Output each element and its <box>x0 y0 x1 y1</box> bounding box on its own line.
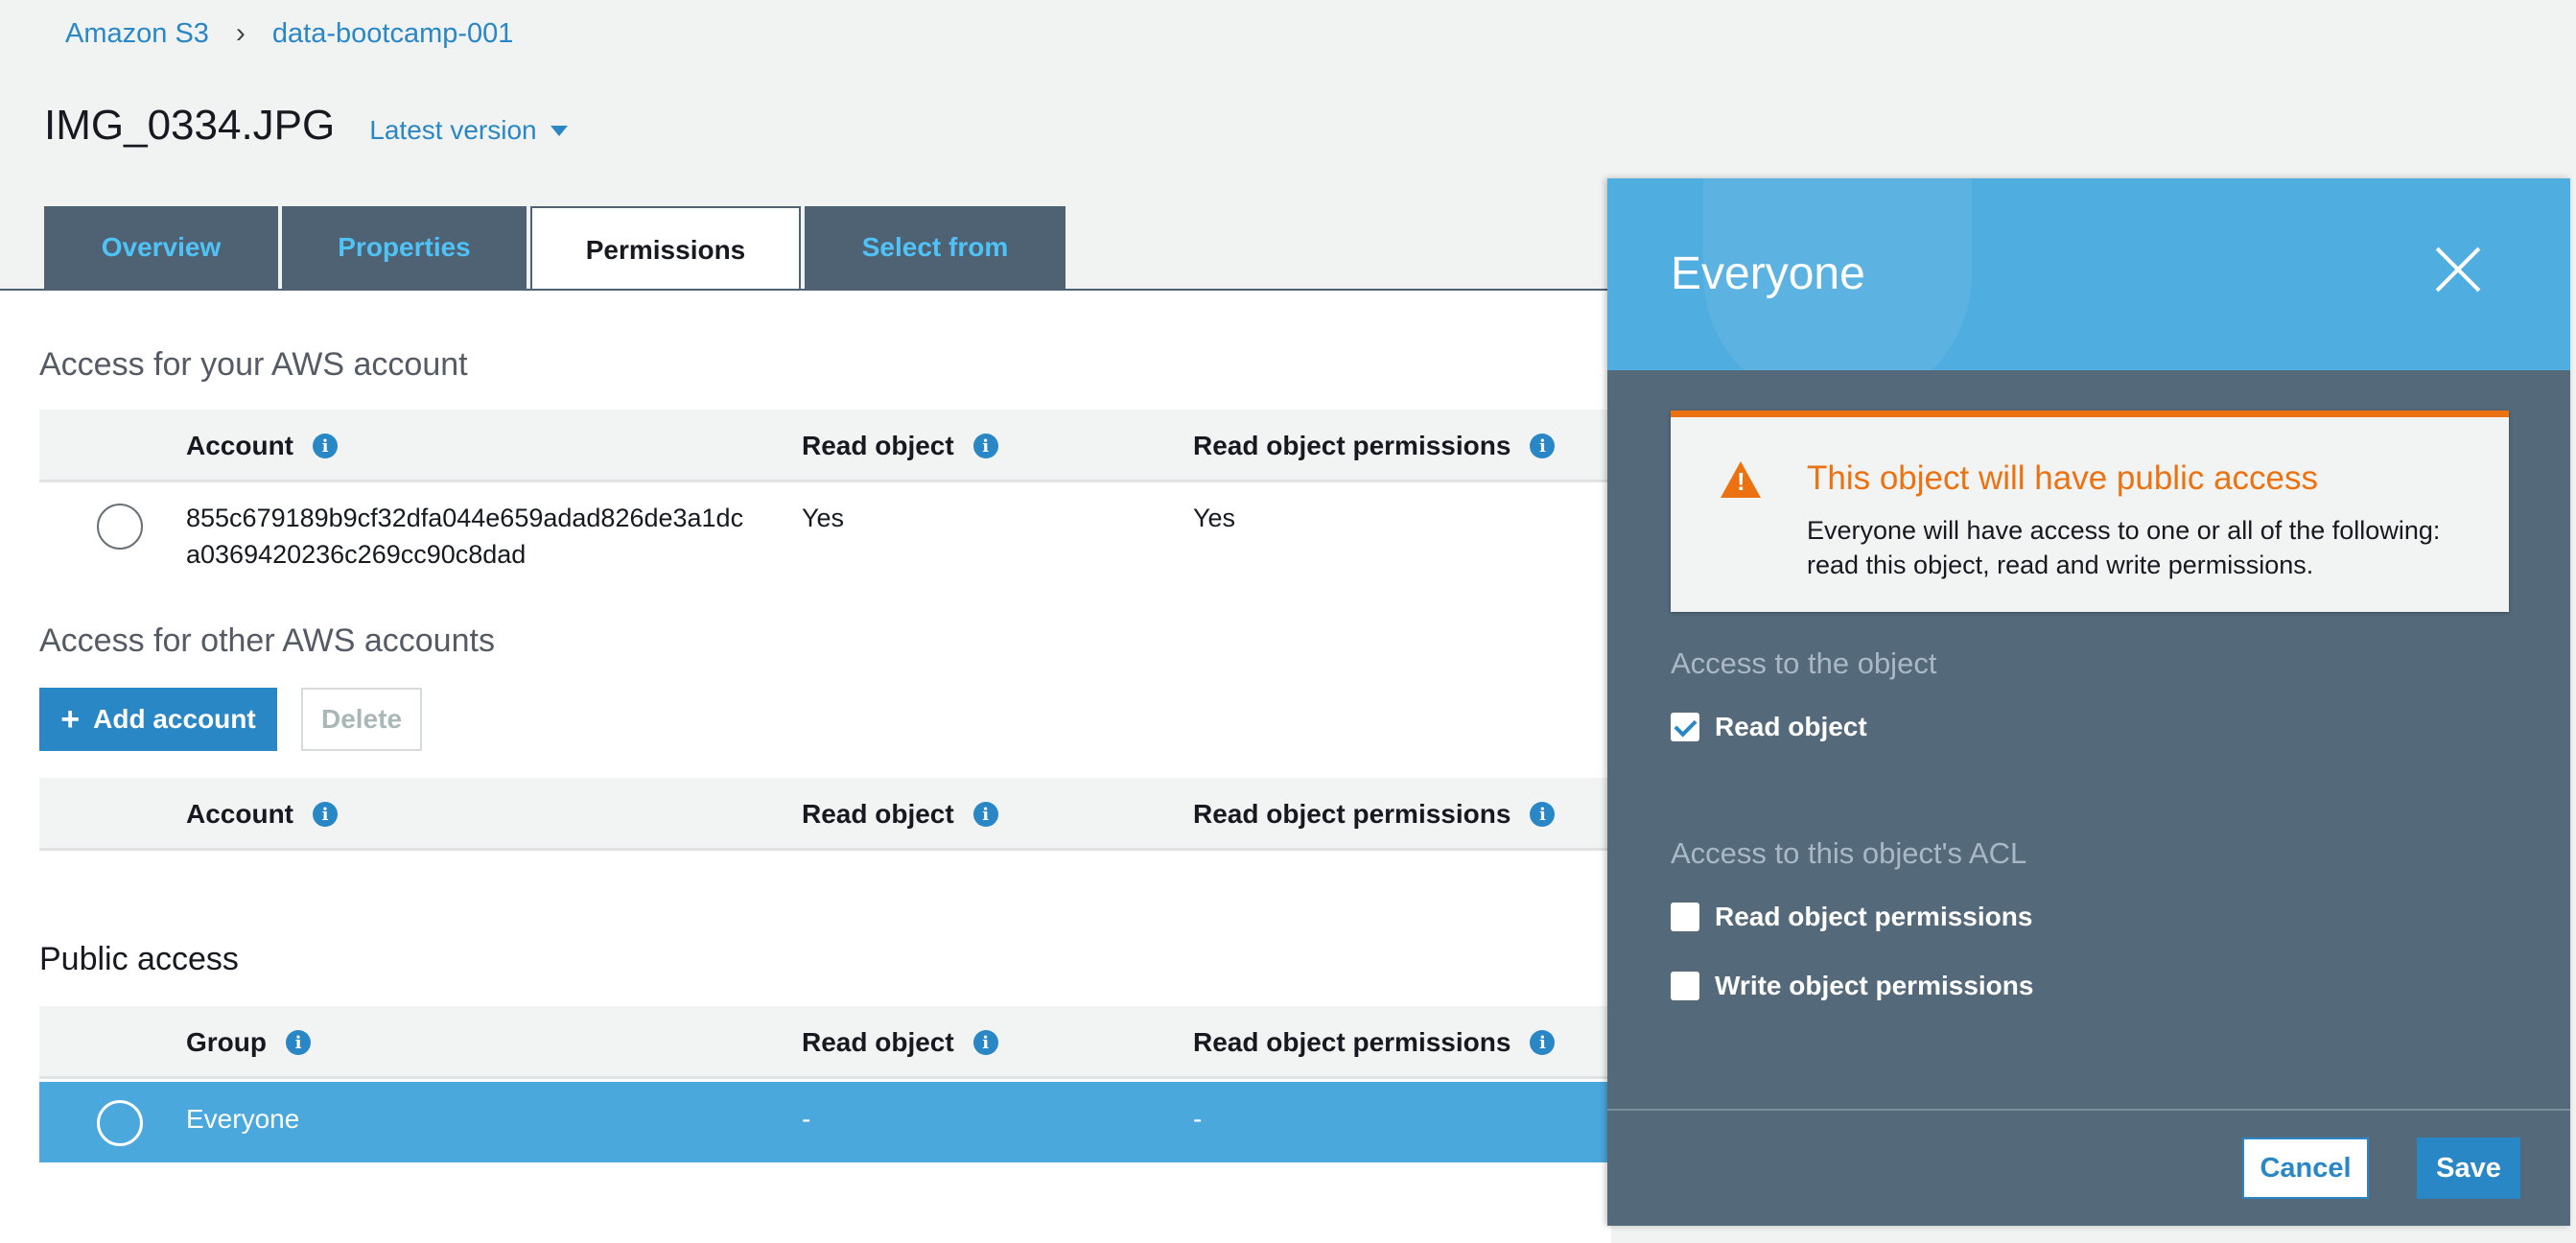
section-title-own-account: Access for your AWS account <box>39 346 468 383</box>
breadcrumb-amazon-s3[interactable]: Amazon S3 <box>65 18 209 50</box>
read-permissions-value: Yes <box>1193 504 1236 532</box>
write-permissions-checkbox[interactable] <box>1671 972 1699 1000</box>
warning-icon: ! <box>1721 461 1761 498</box>
account-id-line2: a0369420236c269cc90c8dad <box>186 540 527 569</box>
section-title-object-access: Access to the object <box>1671 646 1937 680</box>
warning-title: This object will have public access <box>1807 459 2319 497</box>
tab-properties[interactable]: Properties <box>282 206 527 289</box>
info-icon[interactable]: i <box>972 434 998 458</box>
add-account-button[interactable]: + Add account <box>39 688 277 751</box>
row-select-radio[interactable] <box>97 504 143 550</box>
public-access-warning: ! This object will have public access Ev… <box>1671 410 2509 612</box>
read-object-checkbox[interactable] <box>1671 713 1699 741</box>
table-row-everyone[interactable]: Everyone - - <box>39 1082 1611 1162</box>
page-title: IMG_0334.JPG <box>44 102 336 149</box>
breadcrumb-separator: › <box>235 17 246 49</box>
add-account-label: Add account <box>93 704 256 734</box>
version-dropdown[interactable]: Latest version <box>369 115 568 146</box>
read-object-value: Yes <box>802 504 845 532</box>
table-header-other-accounts: Account i Read object i Read object perm… <box>39 778 1611 851</box>
tab-bar: Overview Properties Permissions Select f… <box>44 206 1069 293</box>
cancel-button[interactable]: Cancel <box>2242 1137 2369 1199</box>
group-name: Everyone <box>186 1104 300 1134</box>
read-object-value: - <box>802 1104 811 1134</box>
table-row: 855c679189b9cf32dfa044e659adad826de3a1dc… <box>39 500 1611 605</box>
table-header-public-access: Group i Read object i Read object permis… <box>39 1006 1611 1079</box>
plus-icon: + <box>60 700 81 738</box>
delete-button[interactable]: Delete <box>301 688 422 751</box>
account-id-line1: 855c679189b9cf32dfa044e659adad826de3a1dc <box>186 504 744 532</box>
read-permissions-value: - <box>1193 1104 1203 1134</box>
version-label: Latest version <box>369 115 537 145</box>
caret-down-icon <box>550 125 568 136</box>
save-button[interactable]: Save <box>2417 1137 2520 1199</box>
info-icon[interactable]: i <box>313 434 338 458</box>
info-icon[interactable]: i <box>972 1030 998 1055</box>
info-icon[interactable]: i <box>972 802 998 827</box>
breadcrumb: Amazon S3 › data-bootcamp-001 <box>65 17 513 50</box>
column-label: Read object permissions <box>1193 799 1511 829</box>
column-header-read-permissions: Read object permissions i <box>1193 778 1556 851</box>
write-permissions-label: Write object permissions <box>1715 971 2034 1000</box>
breadcrumb-bucket[interactable]: data-bootcamp-001 <box>272 18 514 50</box>
panel-footer: Cancel Save <box>1607 1109 2570 1226</box>
column-header-read-object: Read object i <box>802 410 998 482</box>
column-header-read-permissions: Read object permissions i <box>1193 410 1556 482</box>
object-header: IMG_0334.JPG Latest version <box>44 102 568 150</box>
section-title-other-accounts: Access for other AWS accounts <box>39 622 495 659</box>
column-label: Account <box>186 431 293 460</box>
column-header-group: Group i <box>186 1006 311 1079</box>
section-title-acl-access: Access to this object's ACL <box>1671 836 2027 870</box>
tab-overview[interactable]: Overview <box>44 206 278 289</box>
column-header-read-object: Read object i <box>802 778 998 851</box>
panel-header: Everyone <box>1607 178 2570 370</box>
column-label: Read object permissions <box>1193 1027 1511 1057</box>
everyone-permissions-panel: Everyone ! This object will have public … <box>1607 178 2570 1226</box>
info-icon[interactable]: i <box>313 802 338 827</box>
panel-title: Everyone <box>1671 248 1865 299</box>
read-permissions-label: Read object permissions <box>1715 902 2033 931</box>
warning-glyph: ! <box>1737 467 1745 496</box>
info-icon[interactable]: i <box>1530 802 1556 827</box>
column-label: Account <box>186 799 293 829</box>
read-object-option[interactable]: Read object <box>1671 712 1867 742</box>
read-permissions-option[interactable]: Read object permissions <box>1671 902 2032 932</box>
read-permissions-checkbox[interactable] <box>1671 903 1699 931</box>
warning-body: Everyone will have access to one or all … <box>1807 516 2441 579</box>
tab-select-from[interactable]: Select from <box>805 206 1066 289</box>
column-header-account: Account i <box>186 778 338 851</box>
read-object-label: Read object <box>1715 712 1867 741</box>
column-label: Group <box>186 1027 267 1057</box>
column-header-read-object: Read object i <box>802 1006 998 1079</box>
column-label: Read object <box>802 799 954 829</box>
column-header-read-permissions: Read object permissions i <box>1193 1006 1556 1079</box>
permissions-content: Access for your AWS account Account i Re… <box>0 291 1611 1243</box>
info-icon[interactable]: i <box>1530 1030 1556 1055</box>
table-header-own-account: Account i Read object i Read object perm… <box>39 410 1611 482</box>
column-label: Read object permissions <box>1193 431 1511 460</box>
close-icon[interactable] <box>2434 246 2482 293</box>
column-header-account: Account i <box>186 410 338 482</box>
info-icon[interactable]: i <box>286 1030 311 1055</box>
write-permissions-option[interactable]: Write object permissions <box>1671 971 2033 1001</box>
account-id: 855c679189b9cf32dfa044e659adad826de3a1dc… <box>186 500 743 573</box>
column-label: Read object <box>802 1027 954 1057</box>
row-select-radio[interactable] <box>97 1100 143 1146</box>
info-icon[interactable]: i <box>1530 434 1556 458</box>
tab-permissions[interactable]: Permissions <box>530 206 801 293</box>
section-title-public-access: Public access <box>39 941 239 977</box>
column-label: Read object <box>802 431 954 460</box>
